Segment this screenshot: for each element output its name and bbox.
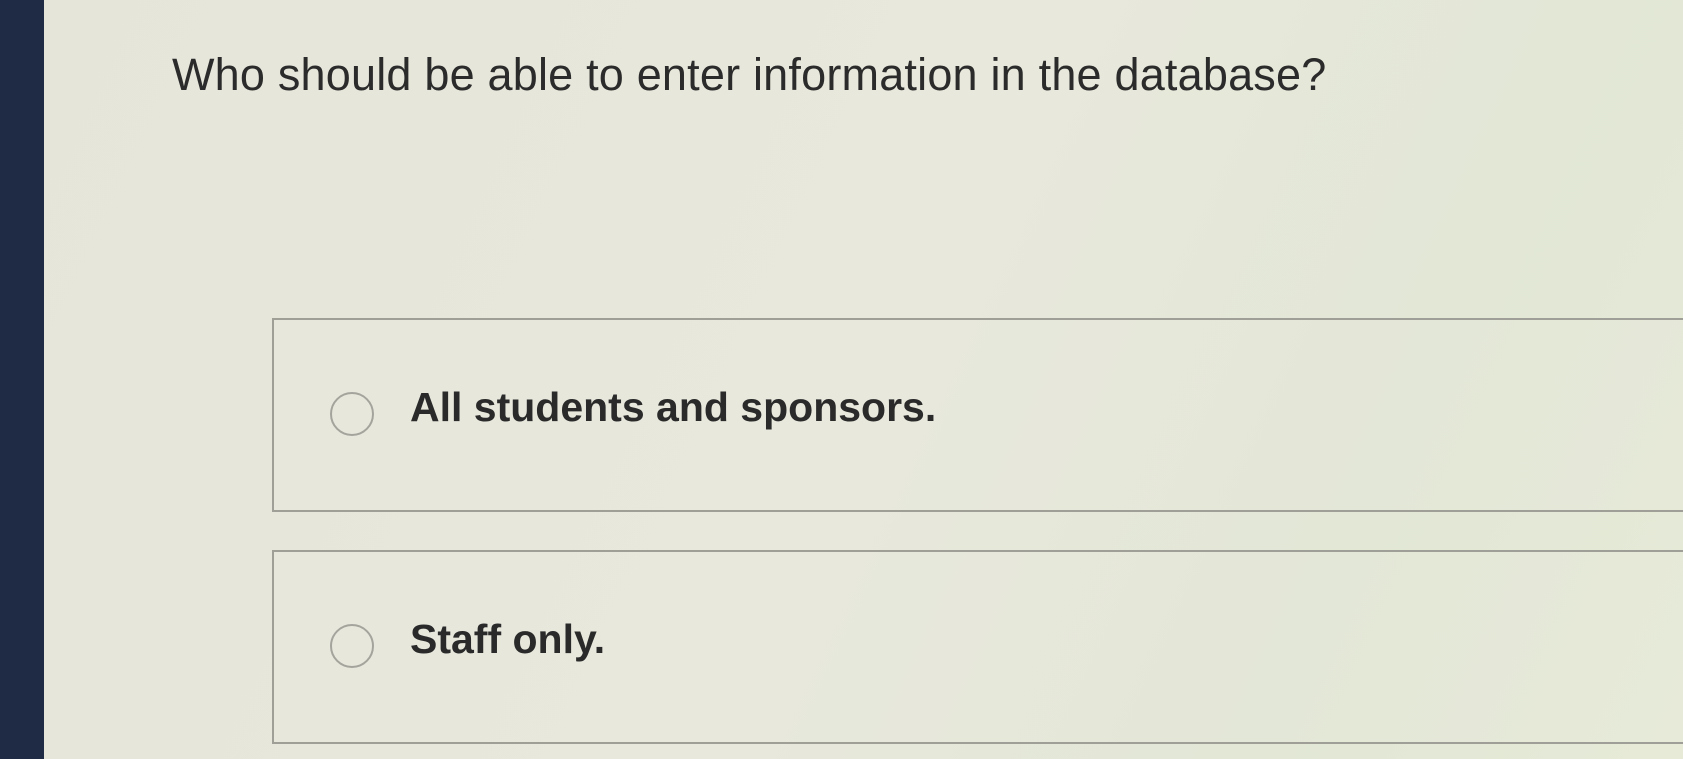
radio-button-icon[interactable] xyxy=(330,392,374,436)
left-edge xyxy=(0,0,44,759)
answer-option-1-label: All students and sponsors. xyxy=(410,384,937,430)
question-panel: Who should be able to enter information … xyxy=(44,0,1683,759)
question-text: Who should be able to enter information … xyxy=(172,49,1327,100)
radio-button-icon[interactable] xyxy=(330,624,374,668)
answer-option-2-label: Staff only. xyxy=(410,616,606,662)
answer-option-2[interactable]: Staff only. xyxy=(272,550,1683,744)
answer-option-1[interactable]: All students and sponsors. xyxy=(272,318,1683,512)
